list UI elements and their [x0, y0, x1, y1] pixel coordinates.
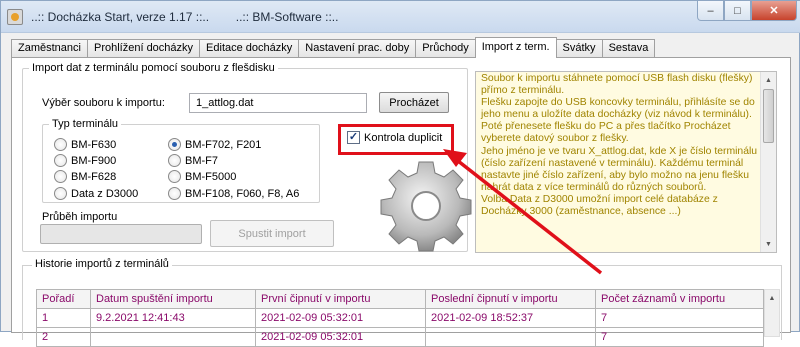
app-icon: [7, 9, 23, 25]
radio-circle[interactable]: [168, 187, 181, 200]
table-row[interactable]: 1 9.2.2021 12:41:43 2021-02-09 05:32:01 …: [36, 308, 764, 328]
table-row[interactable]: 2 2021-02-09 05:32:01 7: [36, 327, 764, 347]
table-cell: 9.2.2021 12:41:43: [90, 308, 256, 328]
col-header-poradi[interactable]: Pořadí: [36, 289, 91, 309]
table-cell: 7: [595, 327, 764, 347]
table-cell: 2021-02-09 18:52:37: [425, 308, 596, 328]
scroll-down-arrow-icon[interactable]: ▼: [761, 236, 776, 252]
info-textbox[interactable]: Soubor k importu stáhnete pomocí USB fla…: [475, 71, 777, 253]
radio-bm-f5000[interactable]: BM-F5000: [168, 170, 236, 183]
info-text: Soubor k importu stáhnete pomocí USB fla…: [481, 73, 758, 218]
info-scrollbar[interactable]: ▲ ▼: [760, 72, 776, 252]
radio-data-z-d3000[interactable]: Data z D3000: [54, 187, 138, 200]
browse-button[interactable]: Procházet: [379, 92, 449, 113]
history-table: Pořadí Datum spuštění importu První čipn…: [36, 289, 764, 347]
radio-circle[interactable]: [168, 154, 181, 167]
radio-label: BM-F630: [71, 138, 117, 151]
radio-circle[interactable]: [54, 154, 67, 167]
import-group-legend: Import dat z terminálu pomocí souboru z …: [32, 62, 275, 74]
radio-circle[interactable]: [54, 138, 67, 151]
col-header-posledni-cipnuti[interactable]: Poslední čipnutí v importu: [425, 289, 596, 309]
scroll-up-arrow-icon[interactable]: ▲: [765, 290, 779, 306]
history-scrollbar[interactable]: ▲: [764, 289, 780, 337]
close-button[interactable]: ✕: [751, 1, 797, 21]
radio-label: BM-F900: [71, 154, 117, 167]
history-legend: Historie importů z terminálů: [32, 258, 172, 270]
tab-sestava[interactable]: Sestava: [601, 39, 656, 58]
title-bar: ..:: Docházka Start, verze 1.17 ::.. ..:…: [1, 1, 800, 33]
table-cell: 2021-02-09 05:32:01: [255, 327, 426, 347]
start-import-button[interactable]: Spustit import: [210, 220, 334, 247]
radio-bm-f7[interactable]: BM-F7: [168, 154, 218, 167]
file-path-input[interactable]: [189, 93, 367, 113]
radio-label: BM-F5000: [185, 170, 237, 183]
radio-circle-selected[interactable]: [168, 138, 181, 151]
radio-circle[interactable]: [54, 170, 67, 183]
radio-bm-f628[interactable]: BM-F628: [54, 170, 116, 183]
col-header-datum-spusteni[interactable]: Datum spuštění importu: [90, 289, 256, 309]
tab-zamestnanci[interactable]: Zaměstnanci: [11, 39, 88, 58]
radio-label: Data z D3000: [71, 187, 139, 200]
radio-label: BM-F108, F060, F8, A6: [185, 187, 300, 200]
scroll-thumb[interactable]: [763, 89, 774, 143]
radio-bm-f702-f201[interactable]: BM-F702, F201: [168, 138, 261, 151]
import-tab-panel: Import dat z terminálu pomocí souboru z …: [11, 57, 791, 347]
tab-prohlizeni-dochazky[interactable]: Prohlížení docházky: [86, 39, 201, 58]
table-cell: 2021-02-09 05:32:01: [255, 308, 426, 328]
file-select-label: Výběr souboru k importu:: [42, 97, 165, 109]
radio-bm-f630[interactable]: BM-F630: [54, 138, 116, 151]
tab-import-z-term[interactable]: Import z term.: [474, 37, 557, 58]
table-cell: [425, 327, 596, 347]
tab-strip: Zaměstnanci Prohlížení docházky Editace …: [11, 37, 656, 58]
tab-editace-dochazky[interactable]: Editace docházky: [199, 39, 300, 58]
radio-label: BM-F702, F201: [185, 138, 262, 151]
progress-label: Průběh importu: [42, 211, 118, 223]
highlight-box: [338, 124, 454, 155]
scroll-up-arrow-icon[interactable]: ▲: [761, 72, 776, 88]
col-header-prvni-cipnuti[interactable]: První čipnutí v importu: [255, 289, 426, 309]
radio-bm-f108-f060-f8-a6[interactable]: BM-F108, F060, F8, A6: [168, 187, 299, 200]
terminal-type-legend: Typ terminálu: [52, 118, 119, 130]
table-cell: [90, 327, 256, 347]
table-cell: 2: [36, 327, 91, 347]
radio-bm-f900[interactable]: BM-F900: [54, 154, 116, 167]
window-title: ..:: Docházka Start, verze 1.17 ::.. ..:…: [31, 10, 339, 24]
radio-label: BM-F628: [71, 170, 117, 183]
app-window: ..:: Docházka Start, verze 1.17 ::.. ..:…: [0, 0, 800, 347]
minimize-button[interactable]: –: [697, 1, 724, 21]
tab-nastaveni-prac-doby[interactable]: Nastavení prac. doby: [298, 39, 417, 58]
col-header-pocet-zaznamu[interactable]: Počet záznamů v importu: [595, 289, 764, 309]
tab-svatky[interactable]: Svátky: [555, 39, 603, 58]
table-cell: 7: [595, 308, 764, 328]
table-cell: 1: [36, 308, 91, 328]
import-progress-bar: [40, 224, 202, 244]
tab-pruchody[interactable]: Průchody: [415, 39, 476, 58]
maximize-button[interactable]: □: [724, 1, 751, 21]
radio-label: BM-F7: [185, 154, 218, 167]
radio-circle[interactable]: [54, 187, 67, 200]
radio-circle[interactable]: [168, 170, 181, 183]
